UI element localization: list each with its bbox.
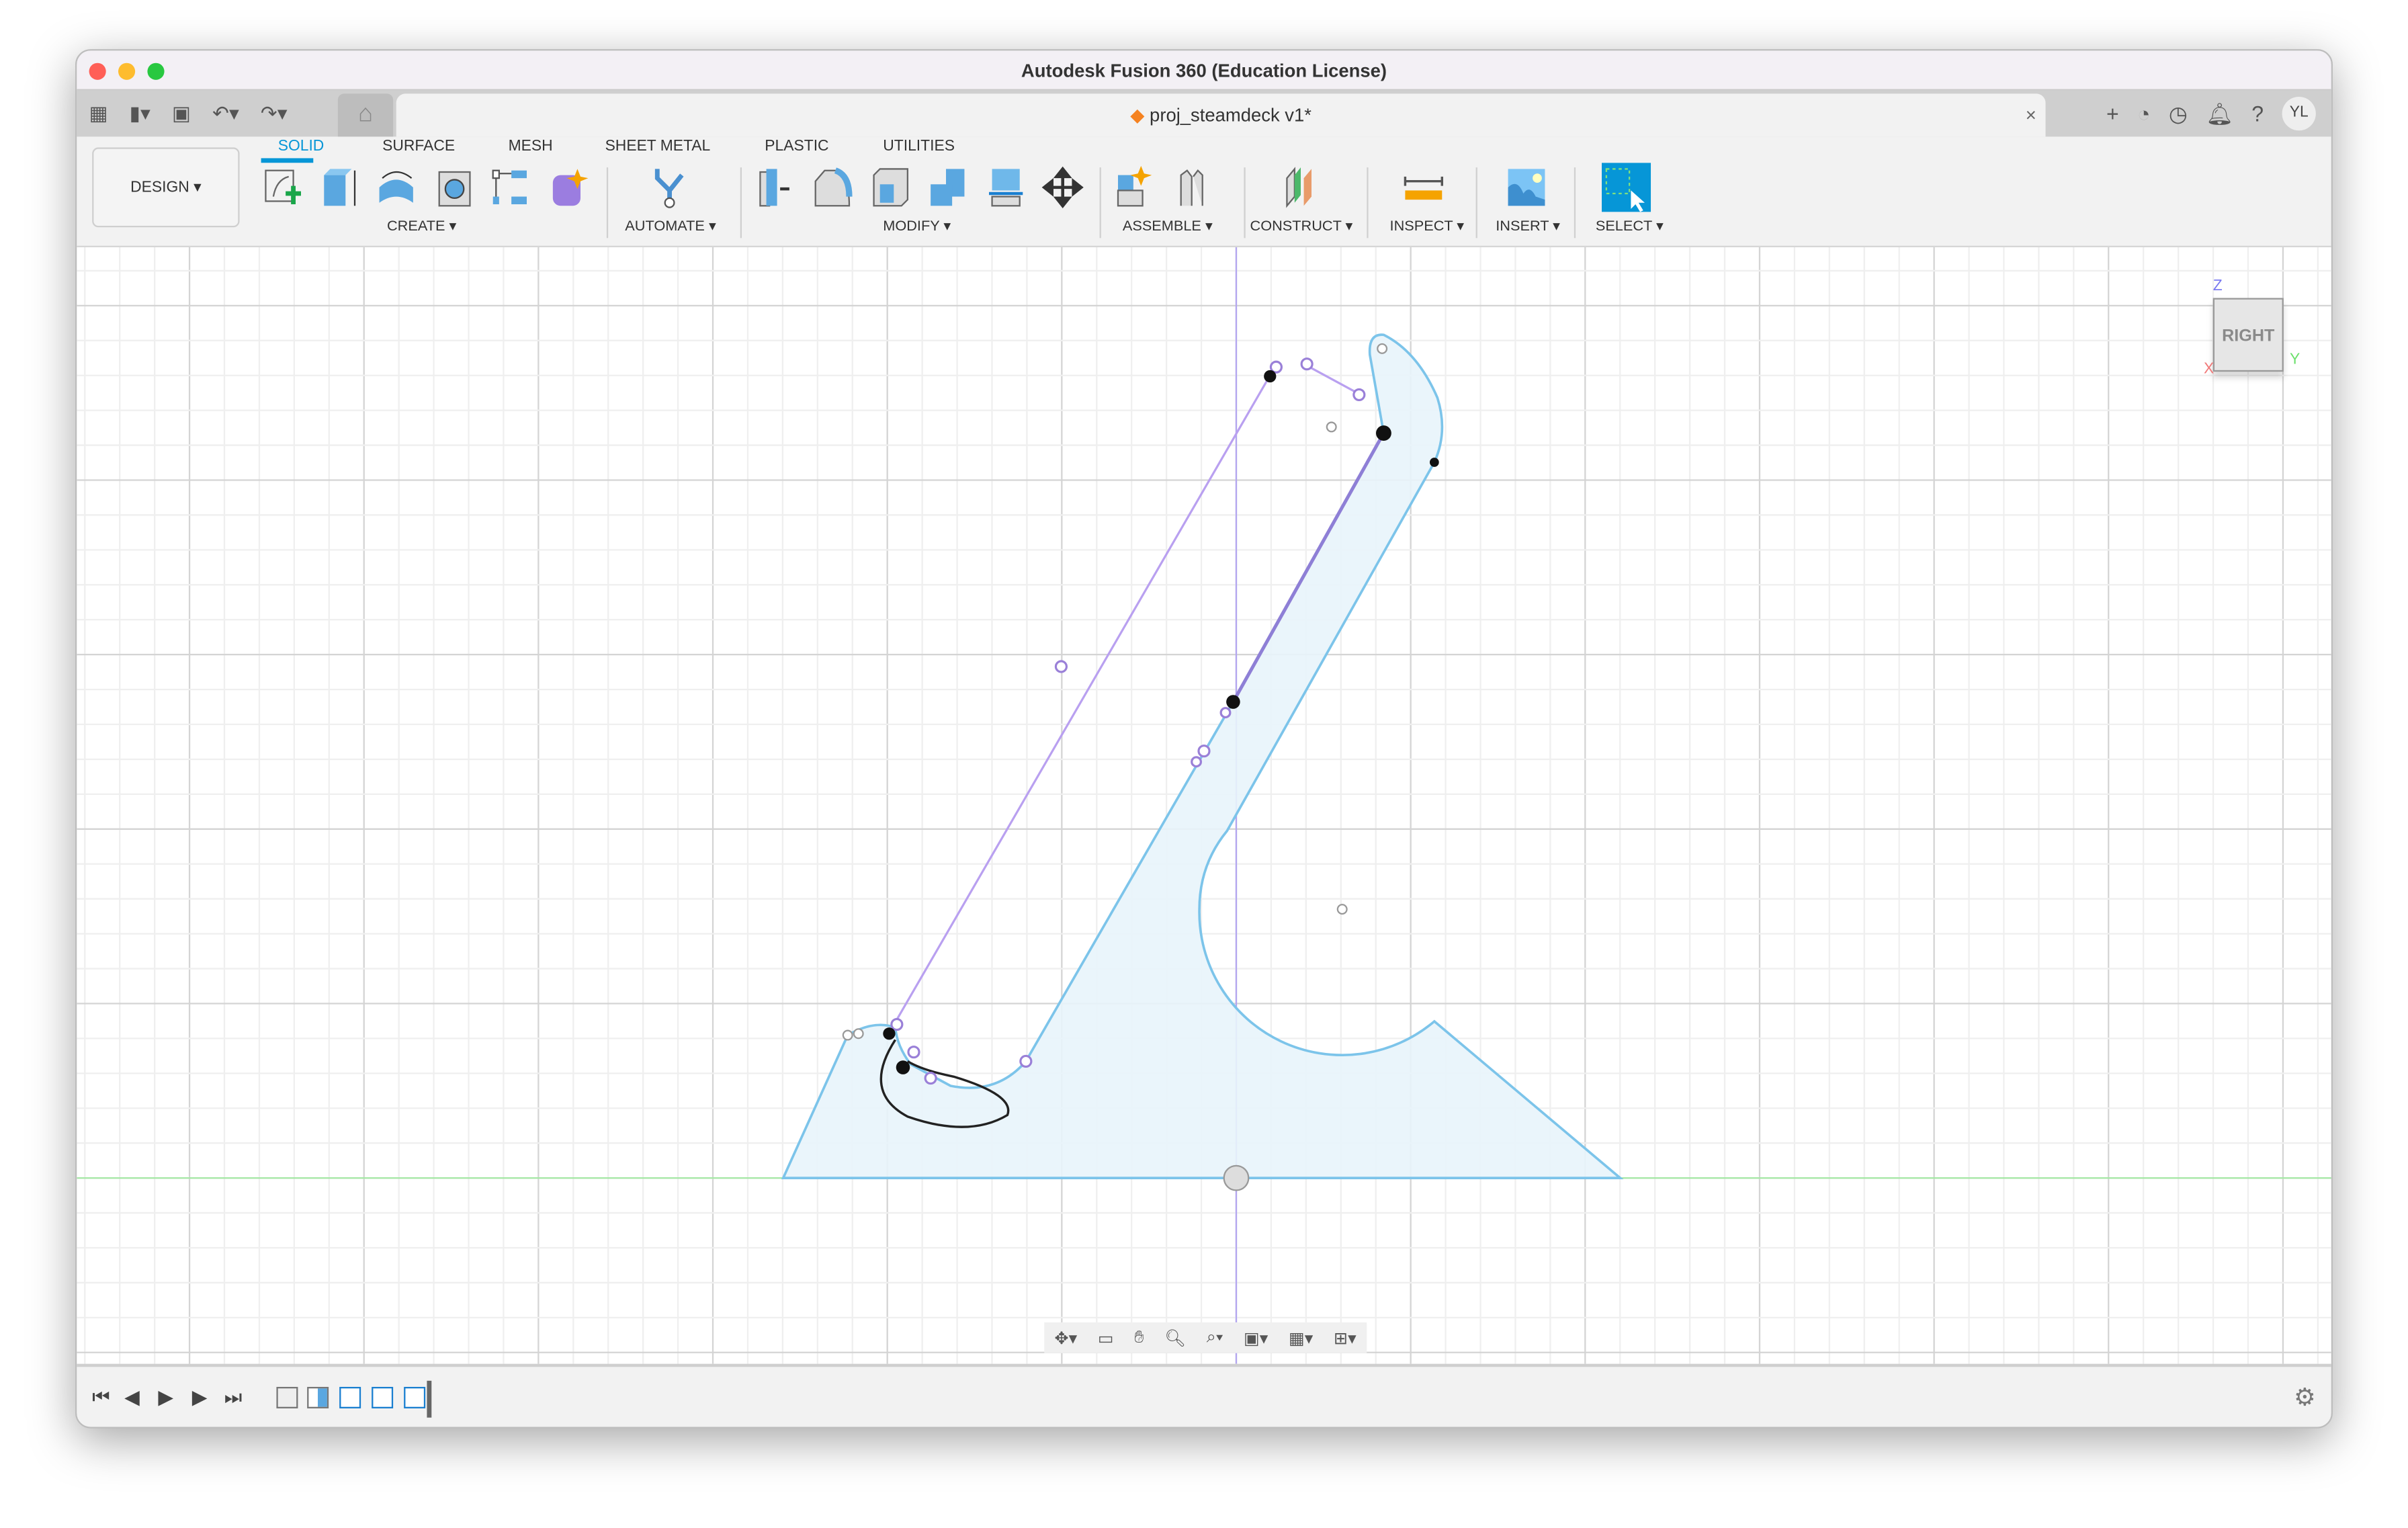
select-menu[interactable]: SELECT ▾ <box>1596 218 1664 235</box>
save-icon[interactable]: ▣ <box>172 101 191 126</box>
play-button[interactable]: ▶ <box>158 1386 173 1410</box>
modify-menu[interactable]: MODIFY ▾ <box>883 218 951 235</box>
title-bar: Autodesk Fusion 360 (Education License) <box>77 50 2331 91</box>
automate-menu[interactable]: AUTOMATE ▾ <box>625 218 716 235</box>
timeline-feature-plane[interactable] <box>307 1386 329 1408</box>
apps-grid-icon[interactable]: ▦ <box>89 101 108 126</box>
top-right-icons: + ◔ ◷ 🔔︎ ? YL <box>2106 91 2316 137</box>
hole-icon[interactable] <box>433 166 476 209</box>
step-back-button[interactable]: ◀ <box>124 1386 140 1410</box>
viewcube-y-label: Y <box>2289 351 2300 369</box>
timeline-marker[interactable] <box>427 1380 432 1418</box>
press-pull-icon[interactable] <box>754 166 797 209</box>
tab-surface[interactable]: SURFACE <box>382 138 455 155</box>
pattern-icon[interactable] <box>490 166 533 209</box>
timeline-feature-sketch[interactable] <box>404 1386 426 1408</box>
close-tab-icon[interactable]: × <box>2026 93 2036 136</box>
avatar[interactable]: YL <box>2282 96 2316 131</box>
viewcube-x-label: X <box>2203 361 2214 378</box>
orbit-icon[interactable]: ✥▾ <box>1055 1328 1078 1347</box>
offset-face-icon[interactable] <box>983 166 1026 209</box>
shell-icon[interactable] <box>869 166 912 209</box>
extensions-icon[interactable]: ◔ <box>2137 101 2150 126</box>
active-tab-indicator <box>261 158 314 163</box>
divider <box>1574 167 1576 239</box>
divider <box>1367 167 1369 239</box>
tab-plastic[interactable]: PLASTIC <box>765 138 828 155</box>
timeline: ⏮ ◀ ▶ ▶ ⏭ ⚙ <box>77 1363 2331 1427</box>
tab-sheet-metal[interactable]: SHEET METAL <box>605 138 711 155</box>
viewcube-z-label: Z <box>2212 278 2223 295</box>
sketch-geometry[interactable] <box>77 247 2333 1364</box>
workspace-switcher[interactable]: DESIGN ▾ <box>92 147 240 228</box>
new-tab-button[interactable]: + <box>2106 101 2119 126</box>
insert-menu[interactable]: INSERT ▾ <box>1496 218 1560 235</box>
combine-icon[interactable] <box>926 166 969 209</box>
divider <box>1475 167 1477 239</box>
viewcube[interactable]: RIGHT <box>2212 298 2284 372</box>
go-to-start-button[interactable]: ⏮ <box>92 1386 110 1410</box>
timeline-feature-sketch[interactable] <box>339 1386 361 1408</box>
minimize-window-button[interactable] <box>118 62 136 80</box>
canvas-viewport[interactable]: Z RIGHT X Y ✥▾ ▭ ✋︎ 🔍︎ ⌕▾ ▣▾ ▦▾ ⊞▾ <box>77 247 2333 1364</box>
tab-mesh[interactable]: MESH <box>509 138 553 155</box>
window-title: Autodesk Fusion 360 (Education License) <box>1021 60 1387 82</box>
move-icon[interactable] <box>1041 166 1084 209</box>
create-sketch-icon[interactable] <box>261 166 304 209</box>
measure-icon[interactable] <box>1402 166 1445 209</box>
origin-point[interactable] <box>1223 1164 1250 1191</box>
notifications-icon[interactable]: 🔔︎ <box>2206 101 2233 127</box>
tab-bar: ▦ ▮▾ ▣ ↶▾ ↷▾ ⌂ ◆ proj_steamdeck v1* × + … <box>77 90 2331 137</box>
viewports-icon[interactable]: ⊞▾ <box>1334 1328 1357 1347</box>
go-to-end-button[interactable]: ⏭ <box>224 1386 243 1410</box>
fit-icon[interactable]: ⌕▾ <box>1207 1328 1223 1348</box>
insert-image-icon[interactable] <box>1505 166 1548 209</box>
help-icon[interactable]: ? <box>2251 101 2264 126</box>
toolbar-ribbon: DESIGN ▾ SOLID SURFACE MESH SHEET METAL … <box>77 136 2331 247</box>
close-window-button[interactable] <box>89 62 106 80</box>
pan-icon[interactable]: ✋︎ <box>1134 1328 1144 1348</box>
document-tab[interactable]: ◆ proj_steamdeck v1* × <box>396 93 2046 137</box>
create-menu[interactable]: CREATE ▾ <box>387 218 456 235</box>
inspect-menu[interactable]: INSPECT ▾ <box>1390 218 1465 235</box>
component-icon: ◆ <box>1130 104 1145 126</box>
construct-plane-icon[interactable] <box>1278 166 1321 209</box>
select-icon[interactable] <box>1601 163 1651 212</box>
navigation-bar: ✥▾ ▭ ✋︎ 🔍︎ ⌕▾ ▣▾ ▦▾ ⊞▾ <box>1044 1322 1367 1353</box>
tab-utilities[interactable]: UTILITIES <box>883 138 955 155</box>
zoom-icon[interactable]: 🔍︎ <box>1164 1328 1186 1347</box>
assemble-menu[interactable]: ASSEMBLE ▾ <box>1123 218 1213 235</box>
divider <box>740 167 742 239</box>
revolve-icon[interactable] <box>375 166 418 209</box>
quick-access-toolbar: ▦ ▮▾ ▣ ↶▾ ↷▾ <box>77 91 288 137</box>
undo-icon[interactable]: ↶▾ <box>212 101 239 126</box>
divider <box>1244 167 1246 239</box>
construct-menu[interactable]: CONSTRUCT ▾ <box>1250 218 1353 235</box>
job-status-icon[interactable]: ◷ <box>2169 101 2188 127</box>
fusion-window: Autodesk Fusion 360 (Education License) … <box>75 49 2333 1429</box>
grid-settings-icon[interactable]: ▦▾ <box>1289 1328 1313 1347</box>
zoom-window-button[interactable] <box>147 62 165 80</box>
window-controls <box>89 62 165 80</box>
look-at-icon[interactable]: ▭ <box>1098 1328 1114 1347</box>
new-component-icon[interactable] <box>1113 165 1156 209</box>
timeline-feature-component[interactable] <box>276 1386 298 1408</box>
step-forward-button[interactable]: ▶ <box>192 1386 208 1410</box>
form-icon[interactable] <box>547 166 590 209</box>
fillet-icon[interactable] <box>811 166 854 209</box>
automate-icon[interactable] <box>648 166 691 209</box>
timeline-feature-sketch[interactable] <box>372 1386 394 1408</box>
display-settings-icon[interactable]: ▣▾ <box>1244 1328 1268 1347</box>
file-icon[interactable]: ▮▾ <box>130 101 150 126</box>
extrude-icon[interactable] <box>318 166 361 209</box>
divider <box>606 167 609 239</box>
tab-solid[interactable]: SOLID <box>278 138 325 155</box>
document-name: proj_steamdeck v1* <box>1150 104 1312 126</box>
timeline-settings-icon[interactable]: ⚙ <box>2294 1382 2316 1413</box>
divider <box>1099 167 1101 239</box>
redo-icon[interactable]: ↷▾ <box>261 101 288 126</box>
home-icon[interactable]: ⌂ <box>337 93 394 137</box>
joint-icon[interactable] <box>1172 166 1215 209</box>
